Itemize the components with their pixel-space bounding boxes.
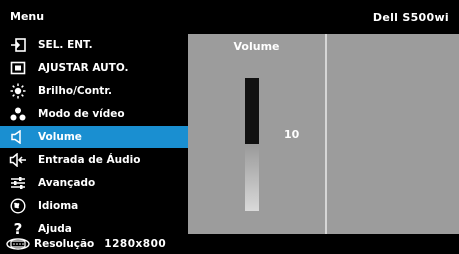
input-select-icon — [6, 38, 30, 53]
menu-item-label: Idioma — [38, 199, 79, 212]
projector-model: Dell S500wi — [372, 11, 449, 24]
menu-item-audio-input[interactable]: Entrada de Áudio — [0, 148, 188, 171]
speaker-icon — [6, 130, 30, 144]
resolution-value: 1280x800 — [104, 238, 167, 250]
main-menu-list: SEL. ENT. AJUSTAR AUTO. Brilho/Contr. Mo… — [0, 34, 188, 238]
panel-divider — [325, 34, 327, 234]
menu-item-label: Volume — [38, 131, 82, 143]
menu-item-advanced[interactable]: Avançado — [0, 171, 188, 194]
menu-item-label: AJUSTAR AUTO. — [38, 62, 129, 75]
volume-panel-title: Volume — [233, 40, 280, 53]
volume-slider-empty — [245, 78, 259, 144]
menu-item-label: Entrada de Áudio — [38, 153, 141, 166]
advanced-settings-icon — [6, 176, 30, 190]
menu-item-volume[interactable]: Volume — [0, 125, 188, 149]
projector-osd-menu: Menu Dell S500wi SEL. ENT. AJUSTAR AUTO.… — [0, 0, 459, 254]
menu-item-label: Ajuda — [38, 222, 72, 235]
auto-adjust-icon — [6, 61, 30, 75]
menu-item-language[interactable]: Idioma — [0, 194, 188, 217]
status-bar: Resolução 1280x800 — [0, 234, 459, 254]
menu-item-label: Avançado — [38, 176, 96, 189]
menu-item-label: Brilho/Contr. — [38, 85, 112, 98]
volume-slider[interactable] — [245, 78, 259, 211]
audio-input-icon — [6, 152, 30, 167]
volume-value: 10 — [284, 128, 300, 141]
volume-slider-fill — [245, 144, 259, 211]
menu-item-video-mode[interactable]: Modo de vídeo — [0, 103, 188, 126]
brightness-icon — [6, 83, 30, 99]
resolution-label: Resolução — [34, 238, 95, 250]
menu-item-auto-adjust[interactable]: AJUSTAR AUTO. — [0, 57, 188, 80]
menu-item-label: Modo de vídeo — [38, 108, 125, 121]
menu-item-label: SEL. ENT. — [38, 39, 93, 52]
volume-panel: Volume 10 — [188, 34, 459, 234]
menu-title: Menu — [10, 10, 45, 23]
menu-header: Menu Dell S500wi — [0, 0, 459, 34]
resolution-icon — [6, 238, 30, 250]
language-icon — [6, 198, 30, 214]
menu-item-brightness-contrast[interactable]: Brilho/Contr. — [0, 80, 188, 103]
video-mode-icon — [6, 107, 30, 121]
menu-item-input-select[interactable]: SEL. ENT. — [0, 34, 188, 57]
